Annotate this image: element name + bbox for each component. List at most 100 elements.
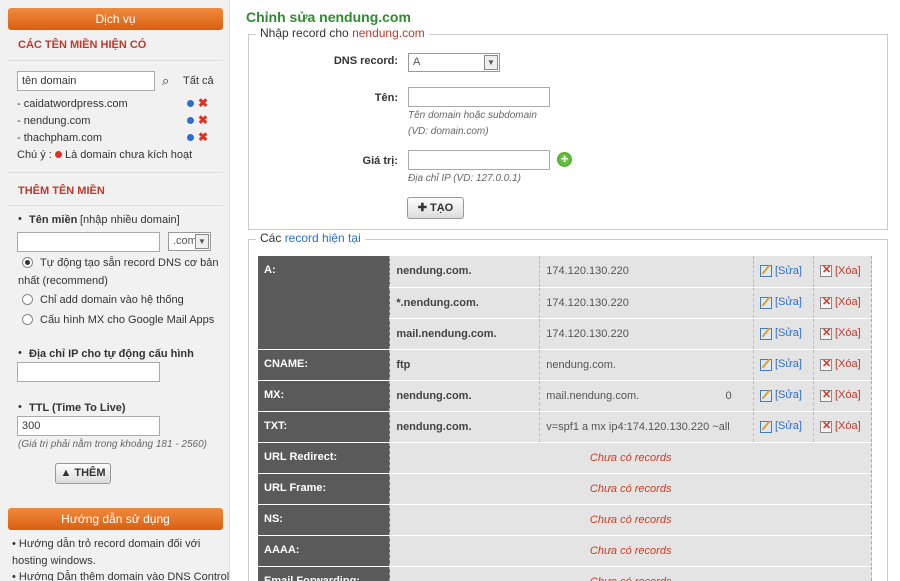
edit-link[interactable]: [Sửa] (775, 420, 802, 432)
name-input[interactable] (408, 87, 550, 107)
delete-action[interactable]: [Xóa] (812, 287, 873, 319)
delete-link[interactable]: [Xóa] (835, 327, 861, 339)
record-type: A: (258, 256, 390, 350)
edit-action[interactable]: [Sửa] (752, 411, 814, 443)
add-domain-button[interactable]: ▲ THÊM (55, 463, 111, 484)
record-value: 174.120.130.220 (539, 318, 720, 350)
edit-action[interactable]: [Sửa] (752, 256, 814, 288)
record-type: NS: (258, 504, 390, 536)
dns-record-value: A (413, 56, 421, 68)
record-type: URL Frame: (258, 473, 390, 505)
only-add-radio[interactable] (22, 294, 33, 305)
record-type: AAAA: (258, 535, 390, 567)
delete-action[interactable]: [Xóa] (812, 411, 873, 443)
dns-record-select[interactable]: A ▼ (408, 53, 500, 72)
ip-input[interactable] (17, 362, 160, 382)
domain-item-link[interactable]: - thachpham.com (17, 132, 102, 144)
delete-icon[interactable]: ✖ (198, 114, 208, 126)
delete-link[interactable]: [Xóa] (835, 358, 861, 370)
edit-action[interactable]: [Sửa] (752, 380, 814, 412)
delete-action[interactable]: [Xóa] (812, 256, 873, 288)
divider (8, 172, 223, 173)
edit-action[interactable]: [Sửa] (752, 349, 814, 381)
guide-link[interactable]: • Hướng Dẫn thêm domain vào DNS Control (12, 571, 229, 581)
delete-link[interactable]: [Xóa] (835, 389, 861, 401)
no-records-text: Chưa có records (389, 566, 872, 581)
domain-label: Tên miền (29, 214, 78, 226)
edit-action[interactable]: [Sửa] (752, 287, 814, 319)
auto-record-label-2: nhất (recommend) (18, 275, 108, 287)
auto-record-label: Tự động tạo sẵn record DNS cơ bản (40, 257, 219, 269)
record-priority (719, 349, 754, 381)
delete-icon[interactable]: ✖ (198, 97, 208, 109)
ttl-label: TTL (Time To Live) (29, 402, 126, 414)
edit-link[interactable]: [Sửa] (775, 265, 802, 277)
new-domain-input[interactable] (17, 232, 160, 252)
bullet-icon: • (18, 401, 22, 413)
record-value: nendung.com. (539, 349, 720, 381)
add-value-icon[interactable]: + (557, 152, 572, 167)
search-icon[interactable]: ⌕ (162, 73, 169, 89)
status-dot-icon (187, 134, 194, 141)
mx-google-radio[interactable] (22, 314, 33, 325)
ttl-hint: (Giá trị phải nằm trong khoảng 181 - 256… (18, 439, 207, 450)
guide-link[interactable]: • Hướng dẫn trỏ record domain đối với (12, 538, 200, 550)
delete-icon (819, 326, 832, 340)
add-domain-title: THÊM TÊN MIỀN (18, 185, 105, 197)
guide-link-cont[interactable]: hosting windows. (12, 555, 96, 567)
record-priority (719, 256, 754, 288)
domain-search-input[interactable]: tên domain (17, 71, 155, 91)
create-button-label: TẠO (430, 202, 454, 214)
existing-domains-title: CÁC TÊN MIỀN HIỆN CÓ (18, 39, 147, 51)
record-value: mail.nendung.com. (539, 380, 720, 412)
delete-icon[interactable]: ✖ (198, 131, 208, 143)
name-hint-1: Tên domain hoặc subdomain (408, 110, 537, 121)
no-records-text: Chưa có records (389, 535, 872, 567)
edit-link[interactable]: [Sửa] (775, 358, 802, 370)
edit-icon (759, 420, 772, 433)
note-text: Là domain chưa kích hoạt (65, 149, 193, 161)
delete-action[interactable]: [Xóa] (812, 380, 873, 412)
delete-link[interactable]: [Xóa] (835, 296, 861, 308)
edit-link[interactable]: [Sửa] (775, 327, 802, 339)
status-dot-icon (187, 117, 194, 124)
page-title: Chỉnh sửa nendung.com (246, 9, 411, 25)
legend-domain: nendung.com (352, 26, 425, 40)
create-record-button[interactable]: ✚ TẠO (407, 197, 464, 219)
ip-label: Địa chỉ IP cho tự động cấu hình (29, 348, 194, 360)
all-link[interactable]: Tất cả (183, 75, 214, 87)
add-domain-button-label: THÊM (74, 467, 106, 479)
edit-link[interactable]: [Sửa] (775, 389, 802, 401)
no-records-text: Chưa có records (389, 504, 872, 536)
status-dot-icon (187, 100, 194, 107)
no-records-text: Chưa có records (389, 442, 872, 474)
records-table: A: nendung.com. 174.120.130.220 [Sửa] [X… (258, 256, 873, 581)
edit-action[interactable]: [Sửa] (752, 318, 814, 350)
domain-item-link[interactable]: - nendung.com (17, 115, 90, 127)
edit-icon (759, 327, 772, 340)
delete-action[interactable]: [Xóa] (812, 349, 873, 381)
chevron-down-icon: ▼ (195, 234, 209, 249)
value-hint: Địa chỉ IP (VD: 127.0.0.1) (408, 173, 522, 184)
value-input[interactable] (408, 150, 550, 170)
only-add-label: Chỉ add domain vào hệ thống (40, 294, 184, 306)
record-name: nendung.com. (389, 256, 540, 288)
no-records-text: Chưa có records (389, 473, 872, 505)
delete-action[interactable]: [Xóa] (812, 318, 873, 350)
auto-record-radio[interactable] (22, 257, 33, 268)
table-row: NS: Chưa có records (258, 504, 872, 536)
plus-icon: ✚ (417, 202, 427, 214)
tld-select[interactable]: .com ▼ (168, 232, 211, 251)
delete-link[interactable]: [Xóa] (835, 265, 861, 277)
record-type: MX: (258, 380, 390, 412)
ttl-input[interactable]: 300 (17, 416, 160, 436)
domain-hint: [nhập nhiều domain] (80, 214, 180, 226)
domain-item-link[interactable]: - caidatwordpress.com (17, 98, 128, 110)
table-row: CNAME: ftp nendung.com. [Sửa] [Xóa] (258, 349, 873, 381)
services-header: Dịch vụ (8, 8, 223, 30)
chevron-down-icon: ▼ (484, 55, 498, 70)
record-name: nendung.com. (389, 380, 540, 412)
edit-link[interactable]: [Sửa] (775, 296, 802, 308)
delete-link[interactable]: [Xóa] (835, 420, 861, 432)
record-priority (719, 287, 754, 319)
